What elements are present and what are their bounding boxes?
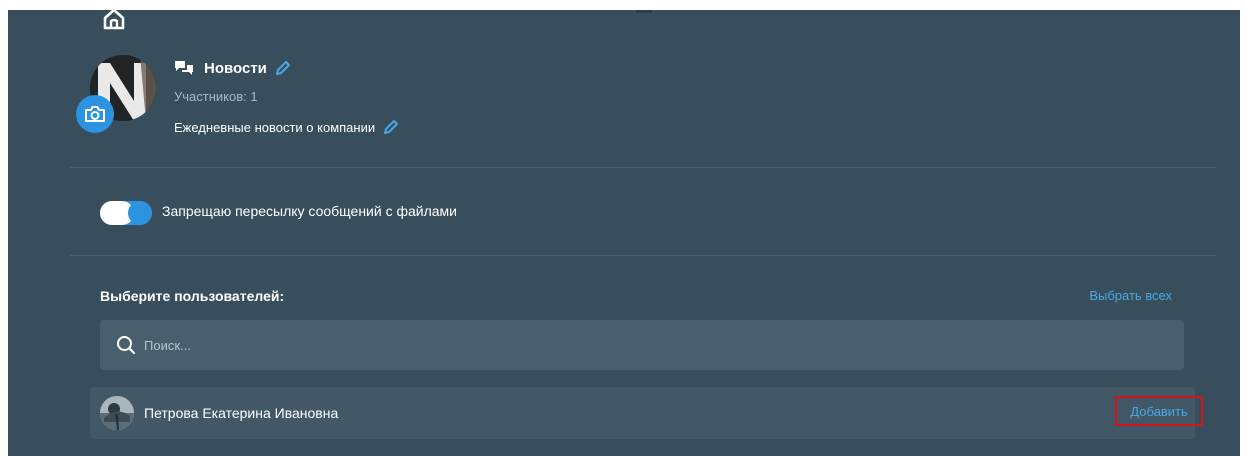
search-icon (117, 336, 135, 354)
user-avatar (100, 396, 134, 430)
chat-settings-panel: Новости Участников: 1 Ежедневные новости… (8, 8, 1240, 456)
home-icon[interactable] (102, 8, 126, 30)
chat-title: Новости (204, 59, 267, 77)
chat-title-row: Новости (174, 57, 291, 79)
divider (70, 167, 1216, 168)
toggle-knob (128, 201, 152, 225)
top-indicator (636, 10, 652, 13)
forward-files-toggle-label: Запрещаю пересылку сообщений с файлами (162, 203, 458, 219)
edit-description-pencil-icon[interactable] (383, 119, 399, 135)
camera-icon (85, 106, 105, 122)
user-list-item: Петрова Екатерина Ивановна Добавить (90, 387, 1203, 439)
search-input[interactable] (142, 336, 1146, 354)
chat-description-row: Ежедневные новости о компании (174, 119, 399, 135)
select-all-link[interactable]: Выбрать всех (1089, 288, 1172, 303)
forward-files-toggle[interactable] (100, 201, 152, 225)
edit-title-pencil-icon[interactable] (275, 60, 291, 76)
user-search-box[interactable] (100, 320, 1184, 370)
divider (70, 255, 1216, 256)
add-user-button[interactable]: Добавить (1115, 396, 1203, 426)
user-name: Петрова Екатерина Ивановна (144, 405, 339, 421)
select-users-heading: Выберите пользователей: (100, 288, 285, 304)
chat-bubbles-icon (175, 61, 193, 75)
change-photo-button[interactable] (76, 95, 114, 133)
members-count: Участников: 1 (174, 89, 258, 104)
chat-description: Ежедневные новости о компании (174, 119, 376, 135)
